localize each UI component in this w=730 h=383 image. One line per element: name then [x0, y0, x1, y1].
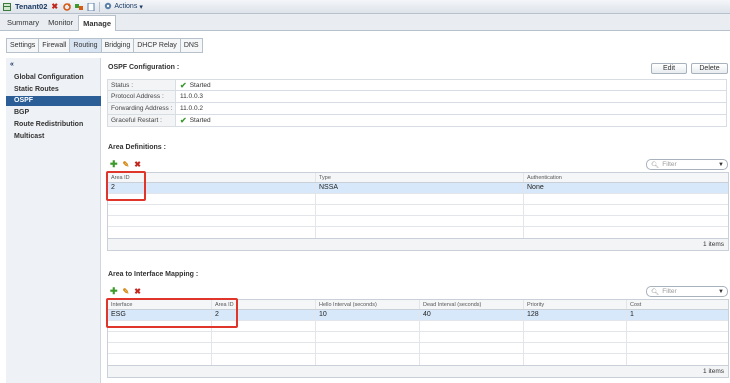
- cell-authentication: None: [527, 184, 544, 191]
- area-definitions-title: Area Definitions :: [108, 144, 166, 151]
- edge-icon: [3, 2, 11, 11]
- field-status: Status : ✔ Started: [107, 79, 727, 91]
- empty-row: [108, 205, 728, 216]
- field-label: Graceful Restart :: [108, 115, 176, 126]
- check-icon: ✔: [180, 80, 187, 90]
- sidebar-item-ospf[interactable]: OSPF: [6, 96, 101, 106]
- column-header[interactable]: Hello Interval (seconds): [316, 300, 420, 309]
- empty-row: [108, 343, 728, 354]
- remove-icon[interactable]: ✖: [134, 287, 141, 296]
- sidebar-item-multicast[interactable]: Multicast: [6, 132, 101, 142]
- chevron-down-icon: ▼: [718, 161, 724, 168]
- field-value: Started: [189, 81, 211, 89]
- cell-hello-interval: 10: [316, 310, 420, 320]
- remove-icon[interactable]: ✖: [134, 160, 141, 169]
- empty-row: [108, 354, 728, 365]
- area-filter-input[interactable]: 🔍︎ Filter ▼: [646, 159, 728, 170]
- search-icon: 🔍︎: [651, 161, 660, 169]
- chevron-down-icon: ▼: [718, 288, 724, 295]
- grid-header: Area ID Type Authentication: [108, 173, 728, 183]
- add-icon[interactable]: ✚: [110, 286, 118, 297]
- column-header[interactable]: Cost: [627, 300, 730, 309]
- sidebar-item-static-routes[interactable]: Static Routes: [6, 85, 101, 95]
- chevron-down-icon: ▾: [139, 3, 143, 11]
- tab-routing[interactable]: Routing: [70, 39, 102, 52]
- tab-firewall[interactable]: Firewall: [39, 39, 71, 52]
- ospf-config-title: OSPF Configuration :: [108, 64, 180, 71]
- delete-icon[interactable]: ✖: [51, 2, 59, 11]
- tab-monitor[interactable]: Monitor: [44, 15, 77, 30]
- area-definitions-grid: Area ID Type Authentication 2 NSSA None …: [107, 172, 729, 251]
- title-bar: Tenant02 ✖ Actions ▾: [0, 0, 730, 14]
- edit-icon[interactable]: ✎: [123, 287, 130, 296]
- area-interface-toolbar: ✚ ✎ ✖: [110, 286, 141, 297]
- column-header[interactable]: Dead Interval (seconds): [420, 300, 524, 309]
- search-icon: 🔍︎: [651, 288, 660, 296]
- gear-icon: [104, 2, 112, 12]
- window-title: Tenant02: [15, 2, 48, 11]
- highlight-box: [106, 171, 146, 201]
- table-row[interactable]: 2 NSSA None: [108, 183, 728, 194]
- cell-cost: 1: [630, 311, 634, 318]
- field-label: Status :: [108, 80, 176, 90]
- toolbar-divider: [99, 1, 101, 12]
- field-graceful-restart: Graceful Restart : ✔ Started: [107, 115, 727, 127]
- interface-filter-input[interactable]: 🔍︎ Filter ▼: [646, 286, 728, 297]
- page-icon[interactable]: [87, 2, 95, 11]
- area-interface-title: Area to Interface Mapping :: [108, 271, 199, 278]
- highlight-box: [106, 298, 238, 328]
- empty-row: [108, 332, 728, 343]
- routing-sidebar: « Global Configuration Static Routes OSP…: [6, 58, 101, 383]
- sidebar-item-global-configuration[interactable]: Global Configuration: [6, 73, 101, 83]
- column-header[interactable]: Priority: [524, 300, 627, 309]
- sidebar-item-bgp[interactable]: BGP: [6, 108, 101, 118]
- cell-priority: 128: [524, 310, 627, 320]
- empty-row: [108, 216, 728, 227]
- actions-menu[interactable]: Actions ▾: [104, 2, 143, 12]
- collapse-icon[interactable]: «: [10, 61, 14, 68]
- main-tabs: Summary Monitor Manage: [0, 14, 730, 31]
- cell-dead-interval: 40: [420, 310, 524, 320]
- filter-placeholder: Filter: [662, 161, 677, 168]
- cell-type: NSSA: [316, 183, 524, 193]
- tab-dhcp-relay[interactable]: DHCP Relay: [134, 39, 181, 52]
- edit-icon[interactable]: ✎: [123, 160, 130, 169]
- field-protocol-address: Protocol Address : 11.0.0.3: [107, 91, 727, 103]
- column-header[interactable]: Type: [316, 173, 524, 182]
- field-label: Forwarding Address :: [108, 103, 176, 114]
- field-label: Protocol Address :: [108, 91, 176, 102]
- refresh-icon[interactable]: [63, 2, 72, 11]
- actions-label: Actions: [114, 3, 138, 10]
- tab-settings[interactable]: Settings: [7, 39, 40, 52]
- config-icon[interactable]: [75, 3, 84, 11]
- area-definitions-toolbar: ✚ ✎ ✖: [110, 159, 141, 170]
- edit-button[interactable]: Edit: [651, 63, 687, 74]
- tab-manage[interactable]: Manage: [78, 15, 117, 31]
- field-value: 11.0.0.3: [180, 93, 204, 100]
- ospf-content: OSPF Configuration : Edit Delete Status …: [106, 58, 730, 383]
- empty-row: [108, 227, 728, 238]
- item-count: 1 items: [108, 238, 728, 250]
- field-value: 11.0.0.2: [180, 105, 204, 112]
- field-forwarding-address: Forwarding Address : 11.0.0.2: [107, 103, 727, 115]
- check-icon: ✔: [180, 116, 187, 125]
- tab-summary[interactable]: Summary: [3, 15, 43, 30]
- delete-button[interactable]: Delete: [691, 63, 728, 74]
- column-header[interactable]: Authentication: [524, 173, 730, 182]
- tab-dns[interactable]: DNS: [181, 39, 202, 52]
- field-value: Started: [189, 117, 211, 124]
- filter-placeholder: Filter: [662, 288, 677, 295]
- empty-row: [108, 194, 728, 205]
- sub-tabs: Settings Firewall Routing Bridging DHCP …: [6, 38, 203, 53]
- sidebar-item-route-redistribution[interactable]: Route Redistribution: [6, 120, 101, 130]
- add-icon[interactable]: ✚: [110, 159, 118, 170]
- tab-bridging[interactable]: Bridging: [102, 39, 135, 52]
- item-count: 1 items: [108, 365, 728, 377]
